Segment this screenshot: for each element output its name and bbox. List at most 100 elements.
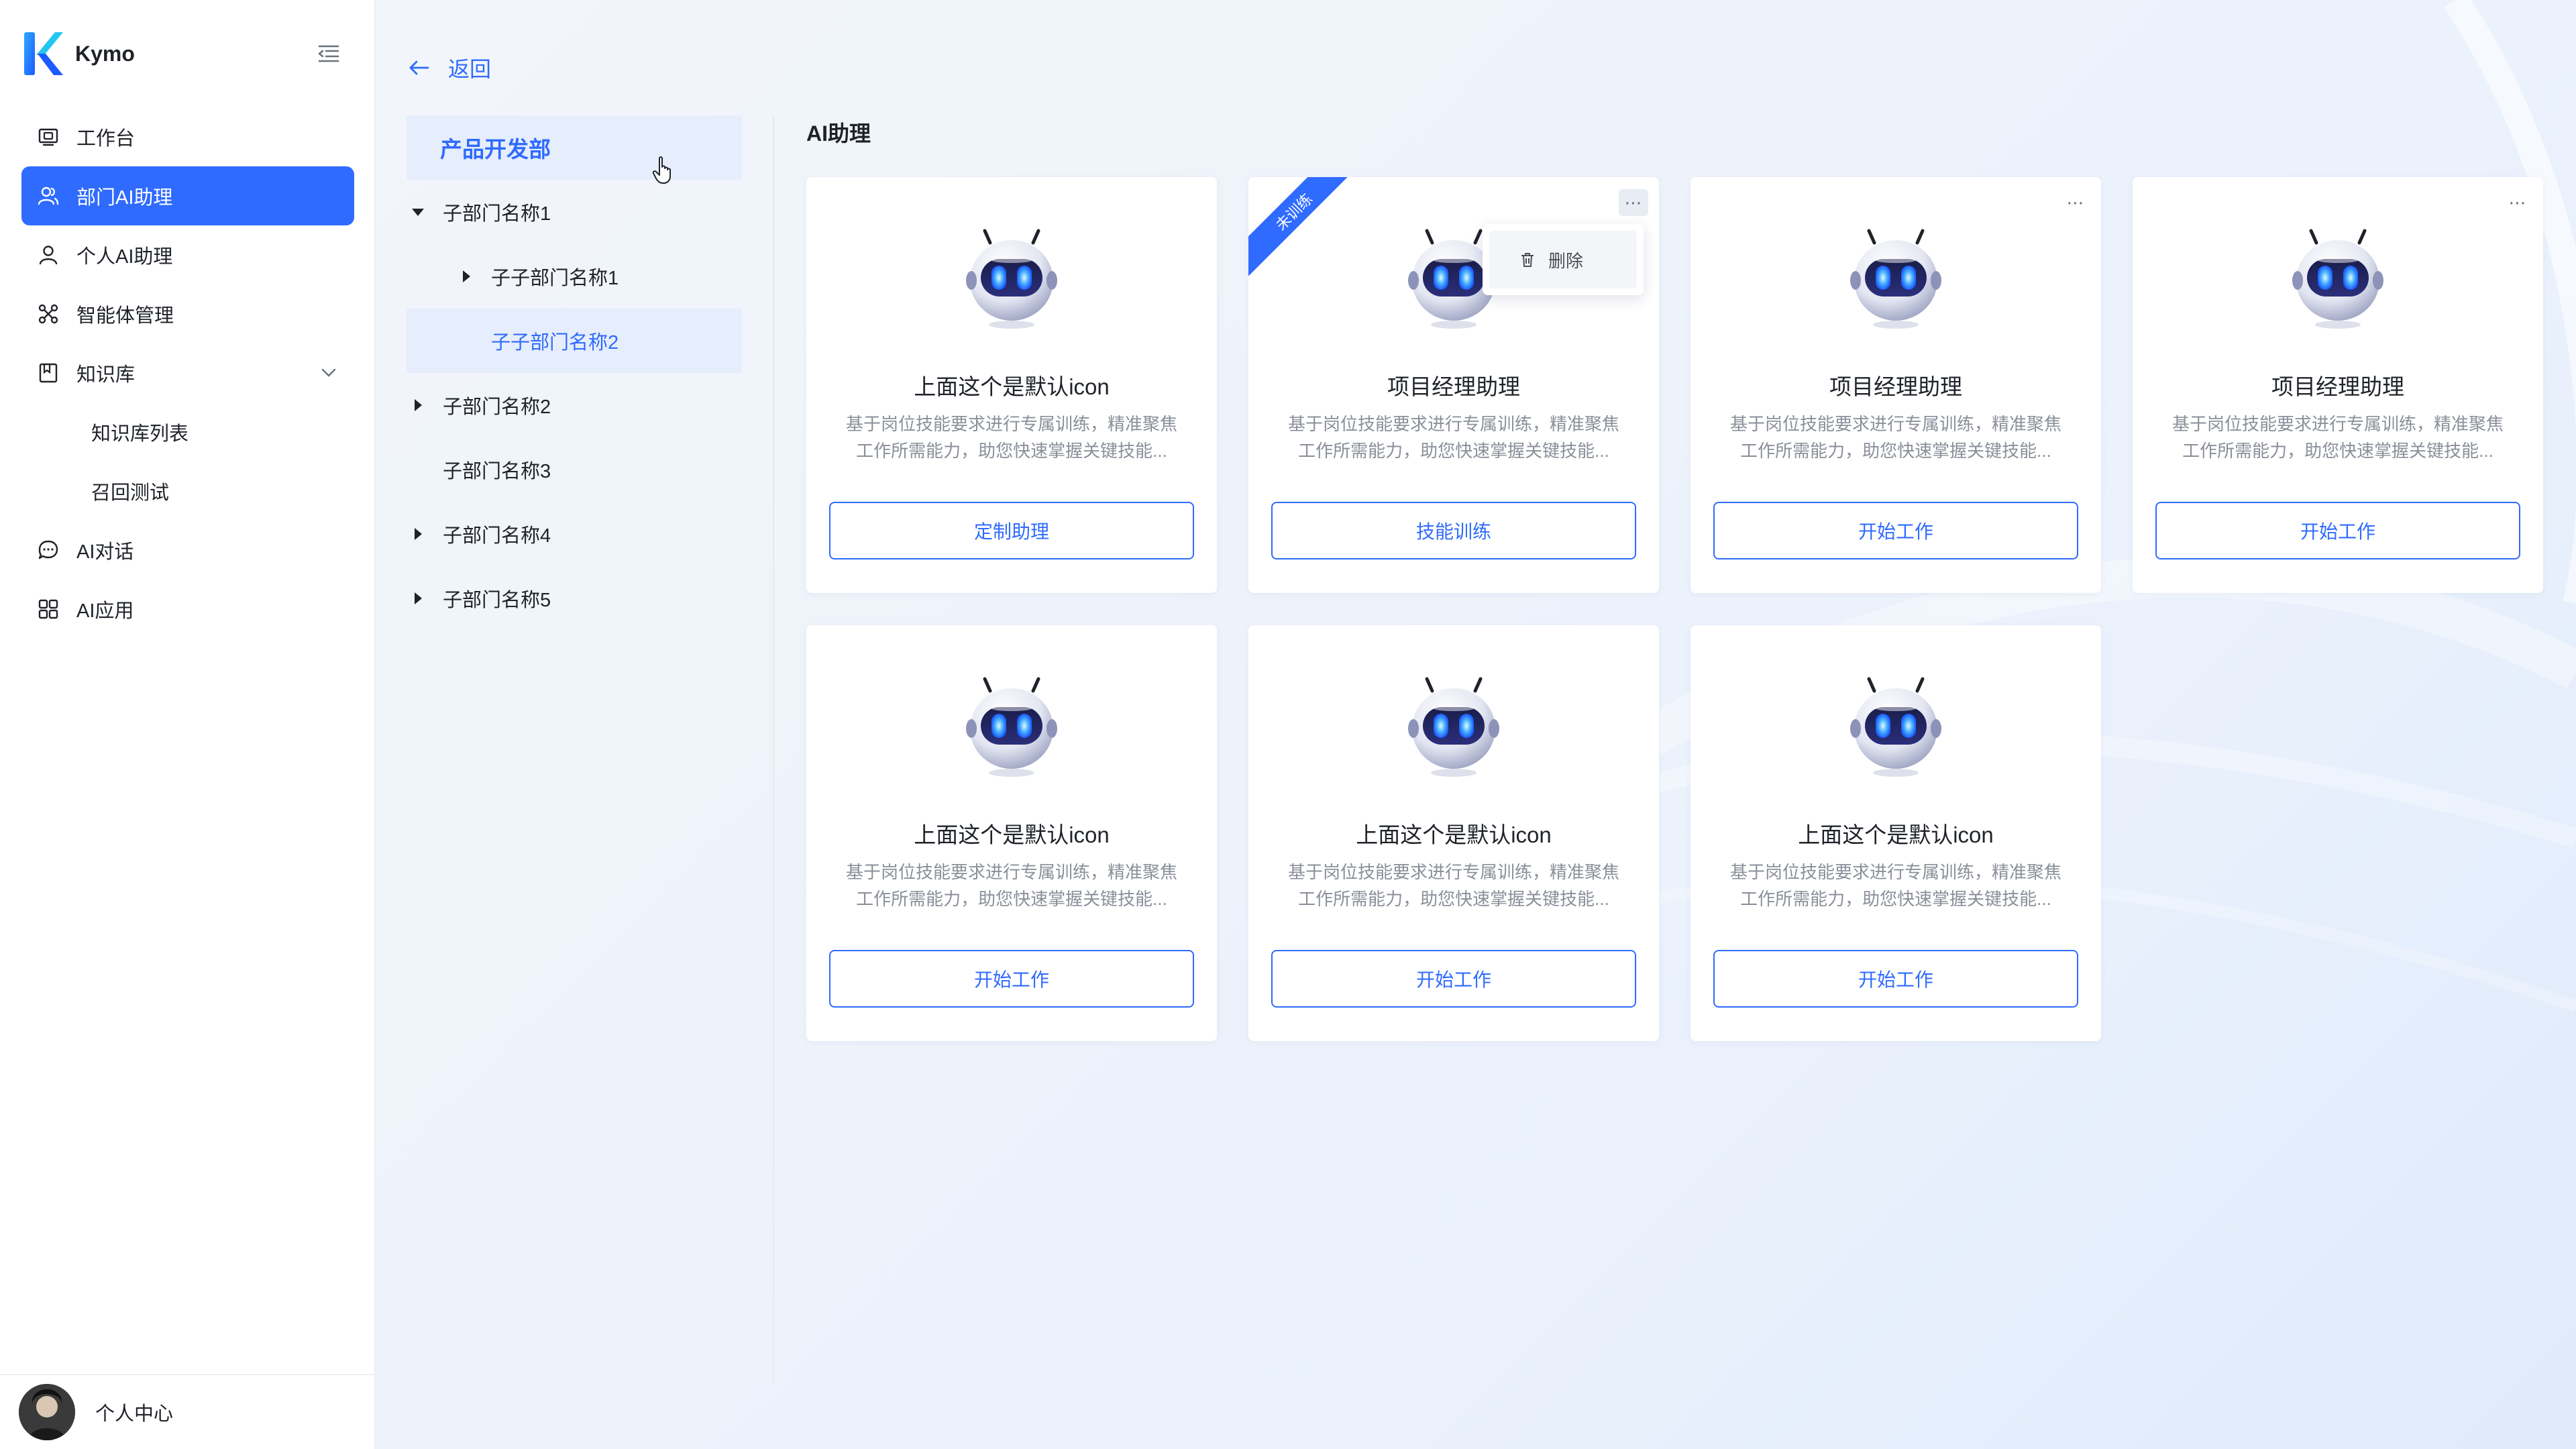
nav-item-workbench[interactable]: 工作台 [21, 107, 354, 166]
card-desc-line: 基于岗位技能要求进行专属训练，精准聚焦 [1729, 414, 2061, 434]
caret-placeholder [458, 332, 475, 350]
caret-right-icon[interactable] [409, 396, 427, 414]
card-description: 基于岗位技能要求进行专属训练，精准聚焦 工作所需能力，助您快速掌握关键技能... [1273, 859, 1635, 912]
collapse-menu-icon[interactable] [315, 40, 342, 67]
dept-tree-item[interactable]: 子部门名称3 [407, 437, 742, 502]
card-desc-line: 工作所需能力，助您快速掌握关键技能... [1740, 441, 2051, 461]
nav-item-ai-apps[interactable]: AI应用 [21, 580, 354, 639]
dept-tree-label: 子部门名称4 [443, 525, 551, 547]
nav-item-knowledge[interactable]: 知识库 [21, 343, 354, 402]
assistant-card[interactable]: 上面这个是默认icon 基于岗位技能要求进行专属训练，精准聚焦 工作所需能力，助您快… [806, 177, 1217, 593]
card-title: 上面这个是默认icon [1356, 822, 1552, 847]
nav-item-personal-ai[interactable]: 个人AI助理 [21, 225, 354, 284]
nav-item-knowledge-list[interactable]: 知识库列表 [21, 402, 354, 462]
trash-icon [1521, 253, 1534, 267]
more-options-icon[interactable]: ⋯ [2503, 189, 2532, 216]
card-action-button[interactable]: 开始工作 [829, 950, 1194, 1008]
nav-item-dept-ai[interactable]: 部门AI助理 [21, 166, 354, 225]
dept-root[interactable]: 产品开发部 [407, 115, 742, 180]
nav-item-agent-mgmt[interactable]: 智能体管理 [21, 284, 354, 343]
card-action-button[interactable]: 技能训练 [1271, 502, 1636, 559]
dept-tree-item[interactable]: 子子部门名称2 [407, 309, 742, 373]
card-description: 基于岗位技能要求进行专属训练，精准聚焦 工作所需能力，助您快速掌握关键技能... [1715, 411, 2077, 464]
robot-avatar-icon [1408, 677, 1499, 777]
users-icon [38, 186, 59, 205]
dept-tree-label: 子部门名称5 [443, 590, 551, 611]
nav-label: 知识库列表 [91, 423, 189, 445]
card-title: 上面这个是默认icon [914, 374, 1110, 399]
assistant-card[interactable]: 上面这个是默认icon 基于岗位技能要求进行专属训练，精准聚焦 工作所需能力，助您快… [1690, 625, 2101, 1041]
untrained-ribbon: 未训练 [1248, 177, 1358, 276]
caret-down-icon[interactable] [409, 203, 427, 221]
user-center[interactable]: 个人中心 [0, 1374, 376, 1449]
card-desc-line: 工作所需能力，助您快速掌握关键技能... [856, 441, 1167, 461]
card-action-button[interactable]: 开始工作 [2155, 502, 2520, 559]
card-desc-line: 基于岗位技能要求进行专属训练，精准聚焦 [1287, 862, 1619, 882]
delete-label: 删除 [1548, 250, 1584, 271]
card-title: 项目经理助理 [1387, 374, 1520, 399]
card-description: 基于岗位技能要求进行专属训练，精准聚焦 工作所需能力，助您快速掌握关键技能... [1273, 411, 1635, 464]
nav-item-ai-chat[interactable]: AI对话 [21, 521, 354, 580]
dept-tree-item[interactable]: 子子部门名称1 [407, 244, 742, 309]
card-desc-line: 工作所需能力，助您快速掌握关键技能... [1740, 889, 2051, 909]
card-description: 基于岗位技能要求进行专属训练，精准聚焦 工作所需能力，助您快速掌握关键技能... [830, 411, 1193, 464]
chevron-down-icon [321, 368, 336, 377]
card-title: 项目经理助理 [2271, 374, 2404, 399]
dept-tree-label: 子部门名称2 [443, 396, 551, 418]
assistant-card[interactable]: ⋯ 项目经理助理基于岗位技能要求进行专属训练，精准聚焦 工作所需能力，助您快速掌握关… [2133, 177, 2543, 593]
more-options-icon[interactable]: ⋯ [2061, 189, 2090, 216]
dept-tree-item[interactable]: 子部门名称1 [407, 180, 742, 244]
caret-right-icon[interactable] [458, 268, 475, 285]
card-desc-line: 工作所需能力，助您快速掌握关键技能... [1298, 889, 1609, 909]
app-name: Kymo [75, 41, 135, 66]
back-label: 返回 [448, 57, 492, 81]
nav-label: 知识库 [76, 364, 136, 386]
dept-tree-panel: 产品开发部 子部门名称1 子子部门名称1 子子部门名称2 子部门名称2 子部门名称3 子部… [407, 115, 742, 631]
card-title: 上面这个是默认icon [1798, 822, 1994, 847]
robot-avatar-icon [2292, 229, 2383, 329]
card-title: 上面这个是默认icon [914, 822, 1110, 847]
dept-tree-label: 子子部门名称2 [491, 332, 619, 354]
brand[interactable]: Kymo [21, 30, 135, 78]
card-action-button[interactable]: 开始工作 [1713, 502, 2078, 559]
panel-divider [773, 115, 774, 1383]
dept-tree-label: 子部门名称3 [443, 461, 551, 482]
card-action-button[interactable]: 开始工作 [1271, 950, 1636, 1008]
robot-avatar-icon [1850, 677, 1941, 777]
delete-menu-item[interactable]: 删除 [1489, 231, 1637, 288]
card-desc-line: 基于岗位技能要求进行专属训练，精准聚焦 [845, 862, 1177, 882]
nav-label: 智能体管理 [76, 305, 174, 327]
dept-tree-label: 子子部门名称1 [491, 268, 619, 289]
kymo-logo-icon [24, 32, 63, 75]
robot-avatar-icon [1850, 229, 1941, 329]
arrow-left-icon [409, 60, 429, 75]
back-button[interactable]: 返回 [405, 52, 491, 83]
agent-icon [38, 304, 58, 324]
card-desc-line: 工作所需能力，助您快速掌握关键技能... [856, 889, 1167, 909]
more-options-icon[interactable]: ⋯ [1619, 189, 1648, 216]
main-nav: 工作台 部门AI助理 个人AI助理 智能体管理 知识库 知识库列表 召回测试 A… [21, 107, 354, 639]
card-more-dropdown: 删除 [1483, 224, 1644, 295]
caret-right-icon[interactable] [409, 525, 427, 543]
nav-item-recall-test[interactable]: 召回测试 [21, 462, 354, 521]
card-action-button[interactable]: 定制助理 [829, 502, 1194, 559]
assistant-card[interactable]: 上面这个是默认icon 基于岗位技能要求进行专属训练，精准聚焦 工作所需能力，助您快… [1248, 625, 1659, 1041]
assistant-card[interactable]: ⋯ 项目经理助理 基于岗位技能要求进行专属训练，精准聚焦 工作所需能力，助您快速掌握关… [1690, 177, 2101, 593]
card-desc-line: 基于岗位技能要求进行专属训练，精准聚焦 [1287, 414, 1619, 434]
assistant-card[interactable]: 上面这个是默认icon 基于岗位技能要求进行专属训练，精准聚焦 工作所需能力，助您快… [806, 625, 1217, 1041]
dept-tree-item[interactable]: 子部门名称4 [407, 502, 742, 566]
dept-tree-label: 子部门名称1 [443, 203, 551, 225]
nav-label: 工作台 [76, 128, 136, 150]
caret-right-icon[interactable] [409, 590, 427, 607]
nav-label: 个人AI助理 [76, 246, 173, 268]
caret-placeholder [409, 461, 427, 478]
card-desc-line: 基于岗位技能要求进行专属训练，精准聚焦 [2171, 414, 2504, 434]
dept-tree-item[interactable]: 子部门名称2 [407, 373, 742, 437]
hand-cursor-icon [652, 156, 671, 184]
card-action-button[interactable]: 开始工作 [1713, 950, 2078, 1008]
section-title: AI助理 [806, 121, 871, 146]
card-desc-line: 基于岗位技能要求进行专属训练，精准聚焦 [1729, 862, 2061, 882]
card-description: 基于岗位技能要求进行专属训练，精准聚焦 工作所需能力，助您快速掌握关键技能... [2157, 411, 2519, 464]
user-icon [39, 246, 58, 265]
dept-tree-item[interactable]: 子部门名称5 [407, 566, 742, 631]
